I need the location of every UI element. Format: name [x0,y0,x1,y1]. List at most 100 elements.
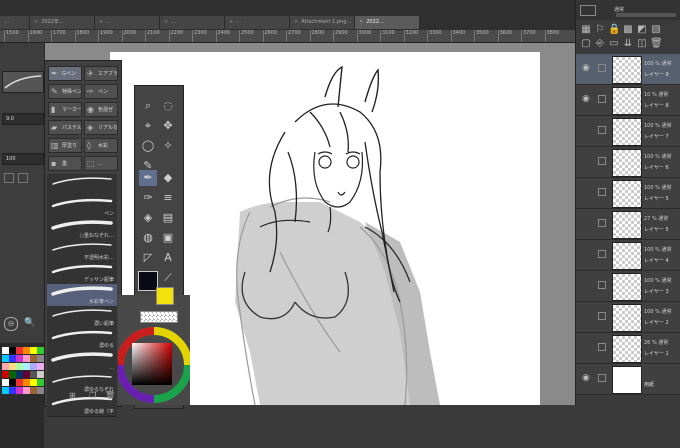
layer-row[interactable]: 100 % 通常 レイヤー 3 [576,271,680,302]
lock-alpha-icon[interactable]: ▩ [622,24,634,36]
color-swatch[interactable] [2,347,9,354]
subtool-group-tab[interactable]: ▥ 厚塗り [48,138,82,153]
brush-icon[interactable]: ✑ [139,190,157,206]
main-color-swatch[interactable] [138,271,158,291]
color-swatch[interactable] [2,355,9,362]
subtool-group-tab[interactable]: ✎ 特殊ペン [48,84,82,99]
brush-preset[interactable]: ペン [47,196,117,219]
color-swatch[interactable] [9,387,16,394]
subtool-group-tab[interactable]: ⬚… [84,156,118,171]
layer-edit-icon[interactable] [598,157,606,165]
eye-icon[interactable]: ◉ [582,94,590,104]
color-swatch[interactable] [23,363,30,370]
blend-mode-dropdown[interactable] [580,5,596,16]
layer-edit-icon[interactable] [598,312,606,320]
brush-preset[interactable]: デッサン鉛筆 [47,262,117,285]
brush-preset[interactable]: 水彩筆ペン [47,284,117,307]
color-swatch[interactable] [23,355,30,362]
subtool-group-tab[interactable]: ▪ 墨 [48,156,82,171]
close-icon[interactable]: × [34,19,38,25]
color-swatch[interactable] [37,363,44,370]
merge-icon[interactable]: ⇊ [622,38,634,50]
color-swatch[interactable] [16,347,23,354]
new-folder-icon[interactable]: ▭ [608,38,620,50]
opacity-field[interactable]: 100 [2,153,44,165]
color-set-palette[interactable] [0,343,44,448]
color-swatch[interactable] [2,363,9,370]
layer-edit-icon[interactable] [598,374,606,382]
color-swatch[interactable] [23,371,30,378]
operation-icon[interactable]: ⌖ [139,118,157,134]
magic-wand-icon[interactable]: ✧ [159,138,177,154]
color-swatch[interactable] [23,387,30,394]
color-swatch[interactable] [30,379,37,386]
layer-edit-icon[interactable] [598,219,606,227]
lock-icon[interactable]: 🔒 [608,24,620,36]
brush-preset[interactable]: 不透明水彩… [47,240,117,263]
selection-icon[interactable]: ◯ [139,138,157,154]
layer-row[interactable]: 100 % 通常 レイヤー 7 [576,116,680,147]
layer-row[interactable]: ◉ 10 % 通常 レイヤー 8 [576,85,680,116]
color-swatch[interactable] [16,379,23,386]
sub-color-swatch[interactable] [156,287,174,305]
color-swatch[interactable] [16,363,23,370]
shape-icon[interactable]: ◸ [139,250,157,266]
layer-row[interactable]: ◉ 用紙 [576,364,680,395]
layer-edit-icon[interactable] [598,281,606,289]
layer-edit-icon[interactable] [598,250,606,258]
subtool-group-tab[interactable]: ▮ マーカー [48,102,82,117]
close-icon[interactable]: × [229,19,233,25]
color-swatch[interactable] [2,371,9,378]
close-icon[interactable]: × [99,19,103,25]
zoom-icon[interactable]: ⌕ [139,98,157,114]
layer-edit-icon[interactable] [598,126,606,134]
color-swatch[interactable] [16,355,23,362]
new-vector-icon[interactable]: ⎆ [594,38,606,50]
subtool-group-tab[interactable]: ▰ パステル [48,120,82,135]
search-icon[interactable]: 🔍 [24,317,36,329]
eraser-icon[interactable]: ◆ [159,170,177,186]
subtool-group-tab[interactable]: ◈ リアルな [84,120,118,135]
brush-preset[interactable]: 濃い鉛筆 [47,306,117,329]
color-swatch[interactable] [9,363,16,370]
subtool-group-tab[interactable]: ◉ 色混ぜ [84,102,118,117]
layer-edit-icon[interactable] [598,64,606,72]
subtool-group-tab[interactable]: ✑ ペン [84,84,118,99]
transparent-color-swatch[interactable] [140,311,178,323]
brush-preset[interactable]: … [47,350,117,373]
blend-icon[interactable]: ◍ [139,230,157,246]
gradient-icon[interactable]: ▤ [159,210,177,226]
brush-preset[interactable]: ○重ねなぞれ… [47,218,117,241]
color-swatch[interactable] [16,387,23,394]
color-swatch[interactable] [2,387,9,394]
eye-icon[interactable]: ◉ [582,63,590,73]
color-swatch[interactable] [30,371,37,378]
frame-icon[interactable]: ▣ [159,230,177,246]
layer-edit-icon[interactable] [598,343,606,351]
color-swatch[interactable] [23,379,30,386]
color-swatch[interactable] [30,347,37,354]
brush-size-down-icon[interactable]: ⊖ [4,317,18,331]
layer-edit-icon[interactable] [598,95,606,103]
close-icon[interactable]: × [294,19,298,25]
close-icon[interactable]: × [359,19,363,25]
color-swatch[interactable] [9,347,16,354]
fill-icon[interactable]: ◈ [139,210,157,226]
copy-icon[interactable]: ❐ [89,391,99,401]
color-swatch[interactable] [37,347,44,354]
ruler-icon[interactable]: ⟋ [159,270,177,286]
color-swatch[interactable] [37,379,44,386]
close-icon[interactable]: × [164,19,168,25]
color-swatch[interactable] [9,379,16,386]
pen-icon[interactable]: ✒ [139,170,157,186]
color-swatch[interactable] [23,347,30,354]
document-tab[interactable]: ×… [95,16,160,29]
color-swatch[interactable] [37,387,44,394]
mask-icon[interactable]: ◩ [636,24,648,36]
color-swatch[interactable] [37,355,44,362]
subtool-group-tab[interactable]: ✈ エアブラシ [84,66,118,81]
reference-icon[interactable]: ⚐ [594,24,606,36]
layer-row[interactable]: 27 % 通常 レイヤー 5 [576,209,680,240]
document-tab[interactable]: × Attachment 1.png… [290,16,355,29]
color-wheel[interactable] [118,325,190,405]
